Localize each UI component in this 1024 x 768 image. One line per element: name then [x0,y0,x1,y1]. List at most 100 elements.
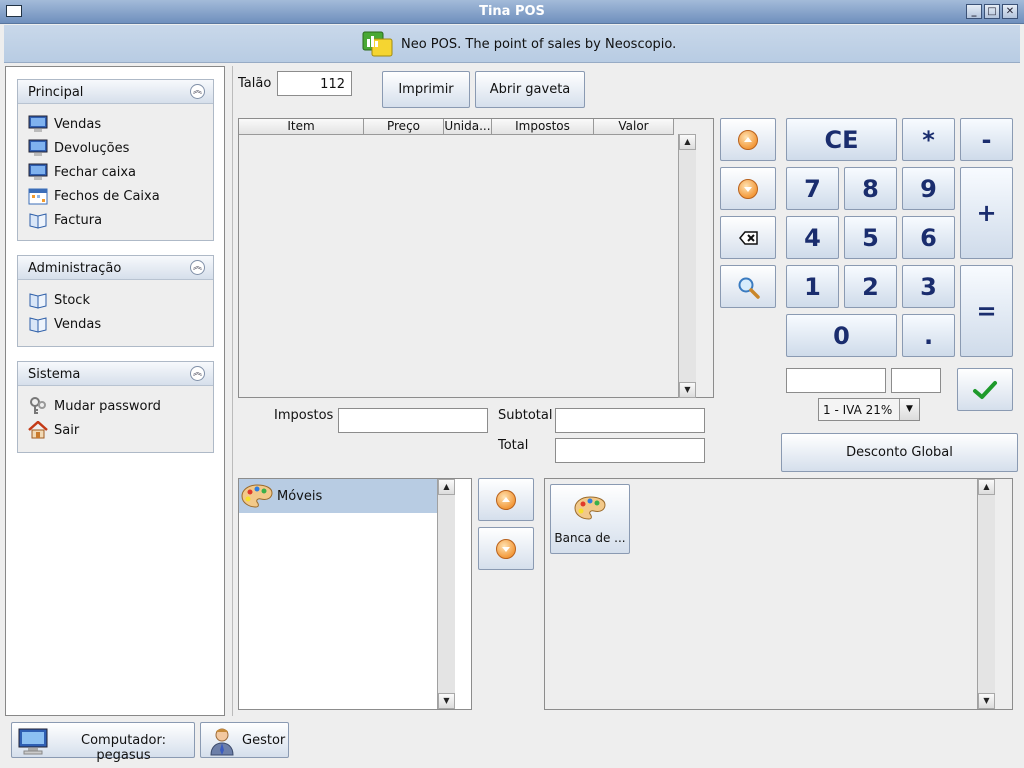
ticket-number-field[interactable]: 112 [277,71,352,96]
computer-status[interactable]: Computador: pegasus [11,722,195,763]
maximize-button[interactable]: □ [984,4,1000,19]
window-title: Tina POS [479,4,545,19]
group-header[interactable]: Principal ︽ [18,80,213,104]
key-minus[interactable]: - [960,118,1013,161]
user-icon [210,728,234,756]
key-2[interactable]: 2 [844,265,897,308]
sidebar-item-factura[interactable]: Factura [18,208,213,232]
print-button[interactable]: Imprimir [382,71,470,108]
checkmark-icon [973,381,997,399]
down-arrow-icon [496,539,516,559]
window-title-bar: Tina POS _ □ ✕ [0,0,1024,24]
category-down-button[interactable] [478,527,534,570]
computer-icon [18,728,48,755]
open-drawer-button[interactable]: Abrir gaveta [475,71,585,108]
total-field [555,438,705,463]
close-button[interactable]: ✕ [1002,4,1018,19]
taxes-field [338,408,488,433]
move-down-button[interactable] [720,167,776,210]
key-4[interactable]: 4 [786,216,839,259]
neopos-logo-icon [362,31,393,57]
book-icon [29,317,47,333]
group-header[interactable]: Administração ︽ [18,256,213,280]
key-7[interactable]: 7 [786,167,839,210]
chevron-down-icon[interactable]: ▼ [899,399,919,420]
key-equals[interactable]: = [960,265,1013,357]
sidebar-item-fechos-de-caixa[interactable]: Fechos de Caixa [18,184,213,208]
category-list[interactable]: Móveis ▲ ▼ [238,478,472,710]
scroll-up-arrow-icon[interactable]: ▲ [679,134,696,150]
sidebar-item-mudar-password[interactable]: Mudar password [18,394,213,418]
list-item-moveis[interactable]: Móveis [239,479,437,513]
up-arrow-icon [738,130,758,150]
app-banner: Neo POS. The point of sales by Neoscopio… [4,25,1020,63]
collapse-icon[interactable]: ︽ [190,260,205,275]
banner-text: Neo POS. The point of sales by Neoscopio… [401,37,677,52]
key-8[interactable]: 8 [844,167,897,210]
category-scrollbar[interactable]: ▲ ▼ [437,479,455,709]
product-button[interactable]: Banca de ... [550,484,630,554]
column-header-impostos[interactable]: Impostos [492,119,594,135]
down-arrow-icon [738,179,758,199]
book-icon [29,293,47,309]
ticket-scrollbar[interactable]: ▲ ▼ [678,134,696,398]
key-3[interactable]: 3 [902,265,955,308]
sidebar-item-vendas-admin[interactable]: Vendas [18,312,213,336]
sidebar-item-vendas[interactable]: Vendas [18,112,213,136]
palette-icon [241,484,273,508]
scroll-down-arrow-icon[interactable]: ▼ [438,693,455,709]
scroll-up-arrow-icon[interactable]: ▲ [438,479,455,495]
total-label: Total [498,438,529,453]
search-icon [738,277,760,299]
delete-line-button[interactable] [720,216,776,259]
key-1[interactable]: 1 [786,265,839,308]
category-up-button[interactable] [478,478,534,521]
scroll-up-arrow-icon[interactable]: ▲ [978,479,995,495]
book-icon [29,213,47,229]
move-up-button[interactable] [720,118,776,161]
calendar-icon [28,188,48,205]
group-administracao: Administração ︽ Stock Vendas [17,255,214,347]
group-title: Sistema [28,367,81,382]
column-header-valor[interactable]: Valor [594,119,674,135]
group-header[interactable]: Sistema ︽ [18,362,213,386]
sidebar-item-sair[interactable]: Sair [18,418,213,442]
product-panel: Banca de ... ▲ ▼ [544,478,1013,710]
key-5[interactable]: 5 [844,216,897,259]
column-header-preco[interactable]: Preço [364,119,444,135]
key-6[interactable]: 6 [902,216,955,259]
key-multiply[interactable]: * [902,118,955,161]
sidebar-item-devolucoes[interactable]: Devoluções [18,136,213,160]
key-dot[interactable]: . [902,314,955,357]
key-plus[interactable]: + [960,167,1013,259]
quantity-input[interactable] [891,368,941,393]
product-scrollbar[interactable]: ▲ ▼ [977,479,995,709]
user-status[interactable]: Gestor [200,722,289,758]
scroll-down-arrow-icon[interactable]: ▼ [679,382,696,398]
key-ce[interactable]: CE [786,118,897,161]
column-header-unidades[interactable]: Unida... [444,119,492,135]
sidebar-item-stock[interactable]: Stock [18,288,213,312]
confirm-button[interactable] [957,368,1013,411]
sidebar-item-fechar-caixa[interactable]: Fechar caixa [18,160,213,184]
keys-icon [30,397,46,414]
home-icon [28,421,48,439]
subtotal-label: Subtotal [498,408,553,423]
price-input[interactable] [786,368,886,393]
key-0[interactable]: 0 [786,314,897,357]
search-product-button[interactable] [720,265,776,308]
collapse-icon[interactable]: ︽ [190,366,205,381]
group-title: Administração [28,261,122,276]
global-discount-button[interactable]: Desconto Global [781,433,1018,472]
collapse-icon[interactable]: ︽ [190,84,205,99]
ticket-lines-table[interactable]: Item Preço Unida... Impostos Valor ▲ ▼ [238,118,714,398]
column-header-item[interactable]: Item [239,119,364,135]
group-title: Principal [28,85,84,100]
splitter[interactable] [232,66,233,716]
up-arrow-icon [496,490,516,510]
taxes-label: Impostos [274,408,334,423]
scroll-down-arrow-icon[interactable]: ▼ [978,693,995,709]
minimize-button[interactable]: _ [966,4,982,19]
tax-select[interactable]: 1 - IVA 21% ▼ [818,398,920,421]
key-9[interactable]: 9 [902,167,955,210]
